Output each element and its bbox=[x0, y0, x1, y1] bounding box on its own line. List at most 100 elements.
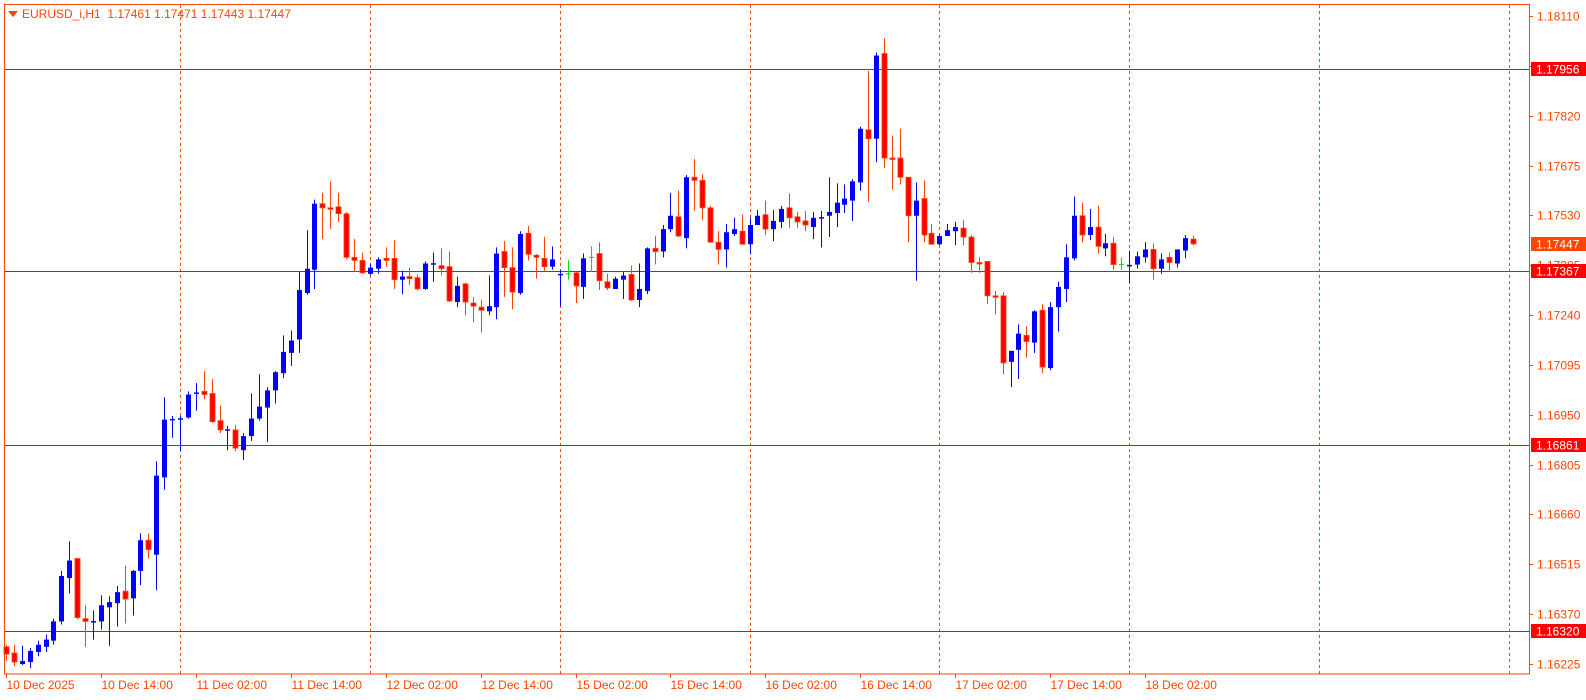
candle-body bbox=[628, 274, 635, 301]
candle-body bbox=[645, 248, 650, 292]
candle-body bbox=[470, 302, 477, 307]
candle-body bbox=[1048, 307, 1053, 369]
candle-body bbox=[652, 247, 659, 252]
current-price-label-text: 1.17447 bbox=[1536, 238, 1580, 252]
candle-body bbox=[319, 203, 326, 209]
candle bbox=[684, 175, 689, 249]
candlestick-chart[interactable]: 1.181101.179651.178201.176751.175301.173… bbox=[0, 0, 1586, 700]
x-tick-label: 10 Dec 2025 bbox=[7, 678, 75, 692]
candle-body bbox=[11, 652, 18, 663]
candle-body bbox=[438, 265, 445, 270]
candle-body bbox=[154, 475, 159, 555]
candle-body bbox=[724, 232, 729, 250]
candle-body bbox=[668, 215, 673, 230]
level-label-text: 1.16861 bbox=[1536, 439, 1580, 453]
candle-body bbox=[921, 198, 928, 236]
candle-body bbox=[501, 251, 508, 269]
candle-body bbox=[209, 393, 216, 423]
candle-body bbox=[446, 266, 453, 302]
candle-body bbox=[455, 285, 460, 303]
candle-body bbox=[487, 306, 492, 312]
candle-body bbox=[194, 392, 199, 394]
candle-body bbox=[201, 391, 208, 395]
candle-body bbox=[67, 560, 72, 579]
candle-body bbox=[265, 390, 270, 408]
candle-body bbox=[1088, 227, 1093, 235]
candle-body bbox=[596, 253, 603, 282]
candle bbox=[74, 558, 81, 620]
candle-body bbox=[131, 570, 136, 599]
x-tick-label: 16 Dec 14:00 bbox=[861, 678, 933, 692]
y-tick-label: 1.16370 bbox=[1537, 608, 1581, 622]
candle-body bbox=[383, 257, 390, 261]
candle-body bbox=[1159, 259, 1164, 269]
candle-body bbox=[122, 590, 129, 600]
candle bbox=[423, 261, 428, 290]
candle-body bbox=[541, 257, 548, 268]
candle-body bbox=[91, 621, 96, 623]
candle-body bbox=[249, 418, 254, 437]
candle-body bbox=[1110, 242, 1117, 265]
triangle-down-icon[interactable] bbox=[8, 11, 18, 17]
candle bbox=[707, 205, 714, 243]
candle-body bbox=[59, 576, 64, 622]
x-tick-label: 17 Dec 02:00 bbox=[956, 678, 1028, 692]
candle-body bbox=[305, 268, 310, 294]
candle-body bbox=[423, 263, 428, 289]
candle-body bbox=[145, 539, 152, 550]
candle-body bbox=[827, 211, 832, 216]
candle-body bbox=[1190, 238, 1197, 245]
candle-body bbox=[881, 53, 888, 159]
candle-body bbox=[1095, 226, 1102, 247]
candle-body bbox=[558, 273, 563, 276]
candle-body bbox=[312, 203, 317, 270]
candle bbox=[1000, 292, 1007, 375]
candle-body bbox=[462, 283, 469, 303]
candle-body bbox=[691, 176, 698, 181]
candle-body bbox=[707, 207, 714, 243]
x-tick-label: 11 Dec 14:00 bbox=[292, 678, 363, 692]
candle bbox=[881, 38, 888, 169]
candle-body bbox=[889, 157, 896, 160]
candle-body bbox=[107, 602, 112, 608]
x-tick-label: 10 Dec 14:00 bbox=[102, 678, 174, 692]
candle-body bbox=[51, 621, 56, 641]
level-label: 1.17956 bbox=[1531, 62, 1586, 77]
candle-body bbox=[684, 177, 689, 239]
y-tick-label: 1.17675 bbox=[1537, 160, 1581, 174]
candle-body bbox=[28, 650, 33, 662]
candle-body bbox=[953, 227, 958, 232]
candle-body bbox=[928, 232, 935, 245]
candle-body bbox=[661, 229, 666, 252]
candle-body bbox=[835, 202, 840, 213]
candle-body bbox=[225, 429, 230, 431]
y-tick-label: 1.16805 bbox=[1537, 459, 1581, 473]
candle-body bbox=[762, 214, 769, 230]
candle-body bbox=[842, 198, 847, 205]
candle-body bbox=[945, 230, 950, 237]
candle-body bbox=[739, 230, 746, 245]
ohlc-readout: 1.17461 1.17471 1.17443 1.17447 bbox=[107, 7, 291, 21]
candle-body bbox=[217, 420, 224, 431]
candle-body bbox=[400, 276, 405, 280]
x-tick-label: 15 Dec 14:00 bbox=[671, 678, 743, 692]
candle-body bbox=[351, 256, 358, 261]
candle-body bbox=[858, 128, 863, 183]
candle-body bbox=[819, 217, 824, 219]
candle-body bbox=[960, 227, 967, 238]
candle-body bbox=[732, 229, 737, 234]
y-tick-label: 1.16225 bbox=[1537, 658, 1581, 672]
symbol-label: EURUSD_i,H1 bbox=[22, 7, 101, 21]
candle-body bbox=[573, 272, 580, 287]
candle-body bbox=[968, 236, 975, 263]
candle-body bbox=[1072, 215, 1077, 259]
candle-body bbox=[74, 558, 81, 619]
y-tick-label: 1.16660 bbox=[1537, 508, 1581, 522]
time-axis: 10 Dec 2025 10 Dec 14:00 11 Dec 02:00 11 De… bbox=[6, 674, 1217, 692]
candle-body bbox=[637, 288, 642, 300]
chart-header: EURUSD_i,H1 1.17461 1.17471 1.17443 1.17… bbox=[22, 7, 291, 21]
candle-body bbox=[1150, 249, 1157, 270]
candle-body bbox=[1023, 334, 1030, 342]
candle-body bbox=[1032, 311, 1037, 343]
candle-body bbox=[406, 276, 413, 280]
